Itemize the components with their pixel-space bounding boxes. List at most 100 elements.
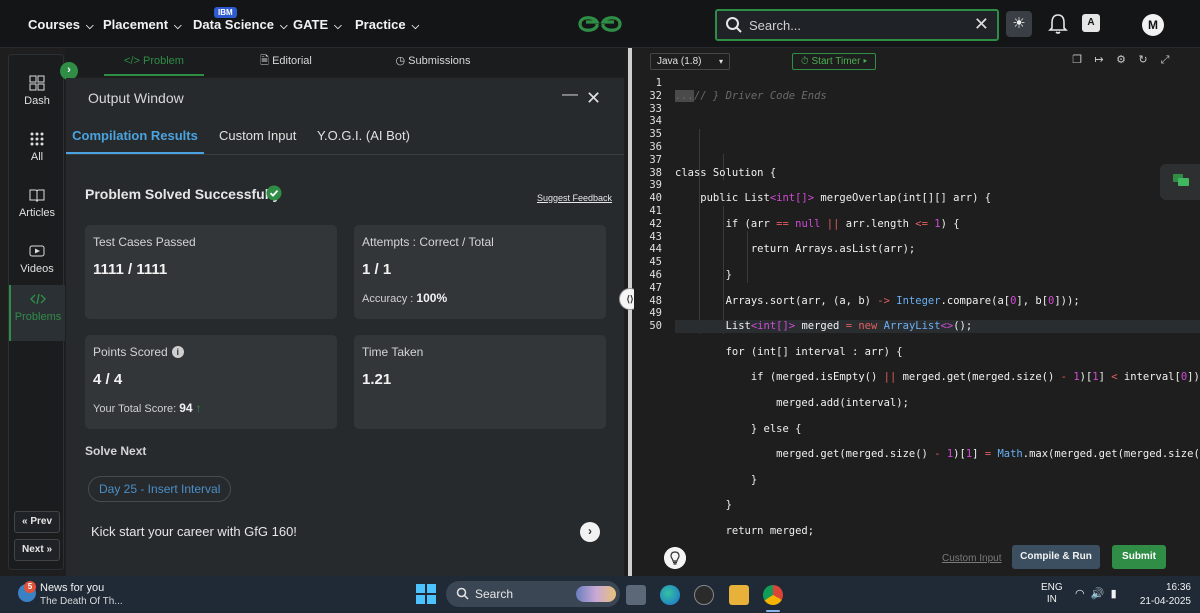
tab-problem[interactable]: </> Problem	[104, 48, 204, 76]
nav-data-science[interactable]: Data Science ⌵	[193, 0, 288, 48]
tab-compilation-results[interactable]: Compilation Results	[66, 122, 204, 154]
timer-icon: ⏱	[800, 56, 812, 67]
news-subtitle[interactable]: The Death Of Th...	[40, 596, 123, 607]
check-circle-icon	[266, 185, 282, 201]
code-line: merged.add(interval);	[675, 396, 909, 409]
line-number: 50	[649, 320, 662, 333]
settings-icon[interactable]: ⚙	[1115, 54, 1127, 66]
line-number: 44	[649, 243, 662, 256]
clock-icon: ◷	[395, 55, 409, 67]
nav-practice[interactable]: Practice ⌵	[355, 0, 419, 48]
attempts-card: Attempts : Correct / Total 1 / 1 Accurac…	[354, 225, 606, 319]
arrow-up-icon: ↑	[195, 401, 202, 415]
chat-button[interactable]	[1160, 164, 1200, 200]
sidebar-item-label: Articles	[18, 207, 56, 219]
prev-button[interactable]: « Prev	[14, 511, 60, 533]
translate-icon[interactable]: A	[1082, 14, 1100, 32]
edge-icon[interactable]	[660, 585, 680, 605]
nav-courses[interactable]: Courses ⌵	[28, 0, 94, 48]
clear-icon[interactable]: ✕	[974, 14, 989, 35]
windows-start-icon[interactable]	[416, 584, 436, 604]
theme-toggle-icon[interactable]: ☀	[1006, 11, 1032, 37]
pane-splitter[interactable]	[628, 48, 632, 576]
accuracy-line: Accuracy : 100%	[362, 291, 447, 305]
nav-placement[interactable]: Placement ⌵	[103, 0, 182, 48]
info-icon[interactable]: i	[171, 346, 184, 358]
nav-gate[interactable]: GATE ⌵	[293, 0, 342, 48]
gfg-logo[interactable]	[576, 10, 624, 38]
fullscreen-icon[interactable]: ⤢	[1159, 54, 1171, 66]
tab-submissions[interactable]: ◷ Submissions	[378, 48, 488, 76]
line-number: 42	[649, 217, 662, 230]
sidebar-item-problems[interactable]: Problems	[9, 285, 65, 341]
sidebar-item-articles[interactable]: Articles	[9, 181, 65, 237]
code-line: if (merged.isEmpty() || merged.get(merge…	[675, 371, 1200, 384]
bell-icon[interactable]	[1048, 13, 1068, 35]
input-language[interactable]: ENG IN	[1041, 582, 1063, 606]
output-window: Output Window — ✕ Compilation Results Cu…	[66, 78, 624, 576]
file-explorer-icon[interactable]	[729, 585, 749, 605]
nav-courses-label: Courses	[28, 17, 81, 32]
region-code: IN	[1046, 594, 1057, 605]
line-number: 36	[649, 140, 662, 153]
search-field[interactable]: ✕	[715, 9, 999, 41]
clock-time[interactable]: 16:36	[1151, 582, 1191, 593]
reset-icon[interactable]: ↻	[1137, 54, 1149, 66]
card-value: 1.21	[362, 371, 392, 388]
next-problem-chip[interactable]: Day 25 - Insert Interval	[88, 476, 232, 502]
code-line: if (arr == null || arr.length <= 1) {	[675, 217, 960, 230]
chrome-icon[interactable]	[763, 585, 783, 605]
volume-icon[interactable]: 🔊	[1091, 588, 1105, 600]
line-number: 43	[649, 230, 662, 243]
submit-button[interactable]: Submit	[1112, 545, 1166, 569]
tab-yogi-ai-bot[interactable]: Y.O.G.I. (AI Bot)	[317, 122, 410, 154]
start-timer-label: Start Timer	[811, 56, 861, 67]
code-lines: ...// } Driver Code Ends class Solution …	[675, 77, 1200, 541]
battery-icon[interactable]: ▮	[1111, 588, 1117, 600]
tab-editorial[interactable]: 🗎 Editorial	[241, 48, 331, 76]
dell-icon[interactable]	[694, 585, 714, 605]
nav-data-science-label: Data Science	[193, 17, 274, 32]
minimize-icon[interactable]: —	[562, 86, 578, 104]
taskbar-search[interactable]: Search	[446, 581, 620, 607]
card-value: 4 / 4	[93, 371, 123, 388]
play-circle-icon: ▸	[863, 56, 868, 67]
solved-status: Problem Solved Successfully	[85, 186, 281, 202]
task-view-icon[interactable]	[626, 585, 646, 605]
lightbulb-icon[interactable]	[664, 547, 686, 569]
wifi-icon[interactable]: ◠	[1075, 588, 1085, 600]
line-number: 47	[649, 281, 662, 294]
chevron-down-icon: ⌵	[86, 21, 94, 32]
clock-date[interactable]: 21-04-2025	[1131, 596, 1191, 607]
card-label: Attempts : Correct / Total	[362, 235, 494, 249]
custom-input-link[interactable]: Custom Input	[942, 553, 1001, 564]
line-number: 45	[649, 256, 662, 269]
start-timer-button[interactable]: ⏱ Start Timer ▸	[792, 53, 876, 70]
system-tray[interactable]: ◠ 🔊 ▮	[1075, 587, 1117, 600]
chat-icon	[1173, 174, 1189, 186]
next-button[interactable]: Next »	[14, 539, 60, 561]
search-icon	[726, 17, 742, 33]
suggest-feedback-link[interactable]: Suggest Feedback	[537, 193, 612, 203]
line-number: 49	[649, 307, 662, 320]
sidebar-item-all[interactable]: All	[9, 125, 65, 181]
tab-submissions-label: Submissions	[408, 55, 471, 67]
language-select[interactable]: Java (1.8) ▾	[650, 53, 730, 70]
code-area[interactable]: 1 32 33 34 35 36 37 38 39 40 41 42 43 44 45 46 47 48 49 50 …	[634, 75, 1200, 541]
sidebar-item-dash[interactable]: Dash	[9, 69, 65, 125]
code-line: merged.get(merged.size() - 1)[1] = Math.…	[675, 448, 1200, 461]
avatar[interactable]: M	[1142, 14, 1164, 36]
code-line: Arrays.sort(arr, (a, b) -> Integer.compa…	[675, 294, 1080, 307]
search-input[interactable]	[749, 15, 969, 35]
tab-custom-input[interactable]: Custom Input	[219, 122, 296, 154]
copy-icon[interactable]: ❐	[1071, 54, 1083, 66]
chevron-right-icon[interactable]: ›	[580, 522, 600, 542]
close-icon[interactable]: ✕	[586, 88, 601, 109]
code-icon	[30, 293, 46, 305]
export-icon[interactable]: ↦	[1093, 54, 1105, 66]
news-title[interactable]: News for you	[40, 582, 104, 594]
compile-run-button[interactable]: Compile & Run	[1012, 545, 1100, 569]
tab-editorial-label: Editorial	[272, 55, 312, 67]
time-card: Time Taken 1.21	[354, 335, 606, 429]
